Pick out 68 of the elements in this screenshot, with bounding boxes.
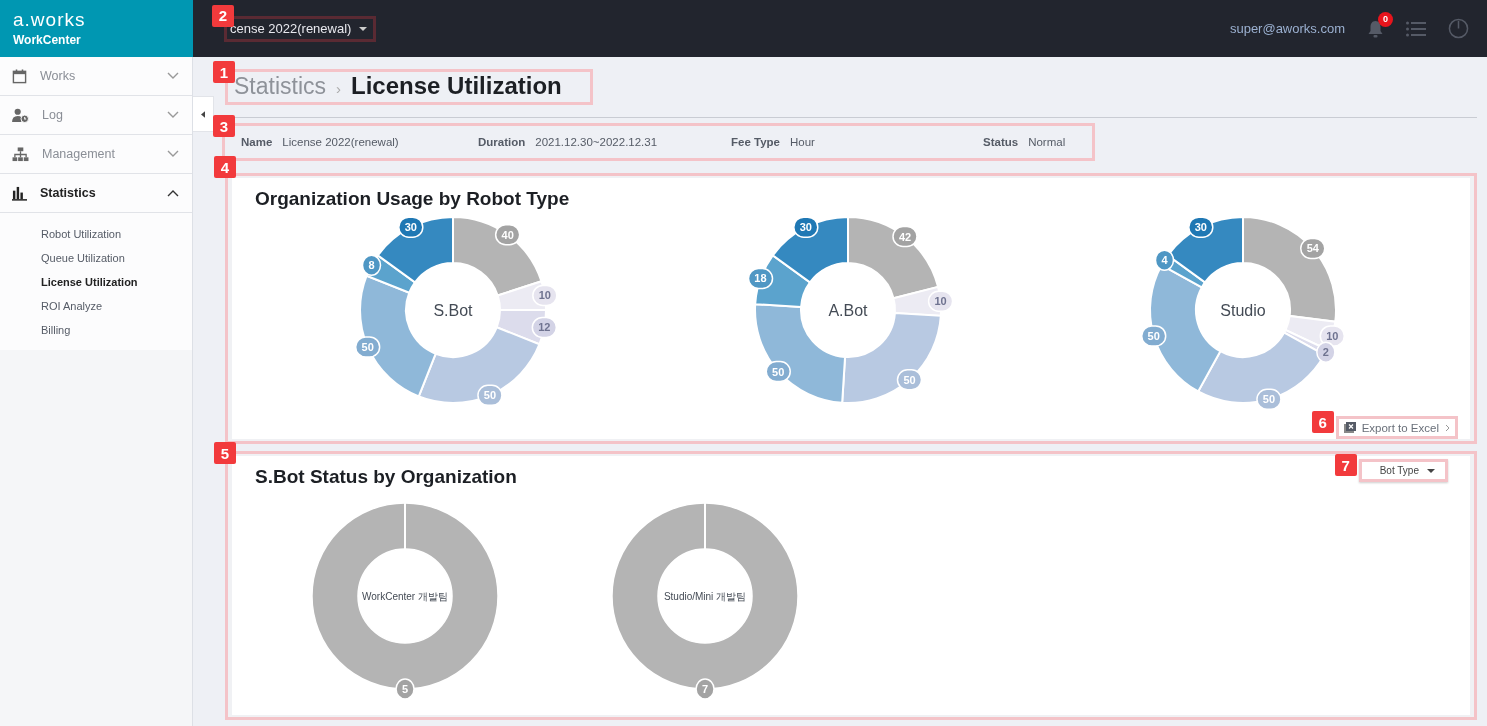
data-label: 40 bbox=[501, 228, 514, 241]
user-email: super@aworks.com bbox=[1229, 21, 1345, 36]
data-label: 30 bbox=[799, 221, 812, 234]
callout-badge: 4 bbox=[214, 156, 236, 178]
donut-center-label: Studio/Mini 개발팀 bbox=[663, 590, 747, 602]
data-label: 50 bbox=[1262, 393, 1275, 406]
data-label: 50 bbox=[1255, 388, 1282, 411]
callout-badge: 1 bbox=[213, 61, 235, 83]
card-title: Organization Usage by Robot Type bbox=[254, 187, 570, 210]
data-label: 5 bbox=[395, 678, 415, 700]
data-label: 50 bbox=[896, 369, 922, 391]
callout-badge: 6 bbox=[1311, 411, 1334, 433]
data-label: 10 bbox=[933, 295, 947, 308]
breadcrumb-separator: › bbox=[336, 80, 342, 97]
data-label: 18 bbox=[747, 267, 773, 290]
data-label: 2 bbox=[1322, 346, 1329, 359]
data-label: 50 bbox=[765, 360, 791, 383]
data-label: 8 bbox=[361, 254, 381, 276]
field-value: Hour bbox=[790, 136, 815, 148]
field-label: Status bbox=[983, 136, 1019, 148]
data-label: 50 bbox=[1147, 329, 1160, 342]
data-label: 50 bbox=[1140, 325, 1166, 347]
data-label: 42 bbox=[898, 230, 911, 243]
data-label: 54 bbox=[1299, 237, 1325, 260]
data-label: 50 bbox=[354, 336, 380, 358]
data-label: 4 bbox=[1160, 254, 1168, 267]
data-label: 10 bbox=[531, 284, 558, 307]
data-label: 5 bbox=[401, 683, 409, 695]
data-label: 12 bbox=[537, 321, 550, 334]
data-label: 54 bbox=[1306, 242, 1320, 255]
field-label: Duration bbox=[478, 136, 526, 148]
callout-badge: 2 bbox=[212, 4, 234, 27]
field-label: Name bbox=[241, 136, 273, 148]
data-label: 50 bbox=[902, 373, 916, 386]
page-title: License Utilization bbox=[351, 72, 562, 100]
notification-count: 0 bbox=[1378, 11, 1393, 27]
data-label: 30 bbox=[404, 221, 417, 234]
data-label: 50 bbox=[771, 365, 784, 378]
data-label: 30 bbox=[1194, 221, 1207, 234]
data-label: 40 bbox=[494, 224, 520, 246]
data-label: 30 bbox=[1187, 216, 1214, 238]
field-label: Fee Type bbox=[731, 136, 780, 148]
callout-badge: 3 bbox=[213, 115, 235, 137]
data-label: 4 bbox=[1154, 249, 1174, 271]
logo: a.works WorkCenter bbox=[0, 0, 193, 57]
donut-center-label: Studio bbox=[1219, 301, 1266, 319]
callout-badge: 7 bbox=[1334, 454, 1357, 476]
field-value: 2021.12.30~2022.12.31 bbox=[535, 136, 658, 148]
callout-badge: 5 bbox=[214, 442, 236, 464]
field-value: License 2022(renewal) bbox=[282, 136, 399, 148]
data-label: 30 bbox=[792, 216, 819, 238]
data-label: 50 bbox=[361, 340, 374, 353]
donut-center-label: S.Bot bbox=[432, 301, 473, 319]
data-label: 10 bbox=[1325, 329, 1338, 342]
data-label: 7 bbox=[701, 683, 709, 695]
data-label: 30 bbox=[397, 216, 424, 238]
data-label: 7 bbox=[695, 678, 715, 700]
data-label: 50 bbox=[483, 389, 496, 402]
data-label: 10 bbox=[927, 290, 953, 312]
data-label: 50 bbox=[476, 384, 503, 407]
field-value: Normal bbox=[1028, 136, 1066, 148]
donut-center-label: WorkCenter 개발팀 bbox=[362, 590, 448, 602]
data-label: 10 bbox=[538, 289, 551, 302]
data-label: 42 bbox=[891, 225, 918, 248]
data-label: 18 bbox=[753, 272, 767, 285]
card-title: S.Bot Status by Organization bbox=[254, 465, 517, 488]
data-label: 8 bbox=[367, 259, 375, 272]
donut-center-label: A.Bot bbox=[827, 301, 868, 319]
